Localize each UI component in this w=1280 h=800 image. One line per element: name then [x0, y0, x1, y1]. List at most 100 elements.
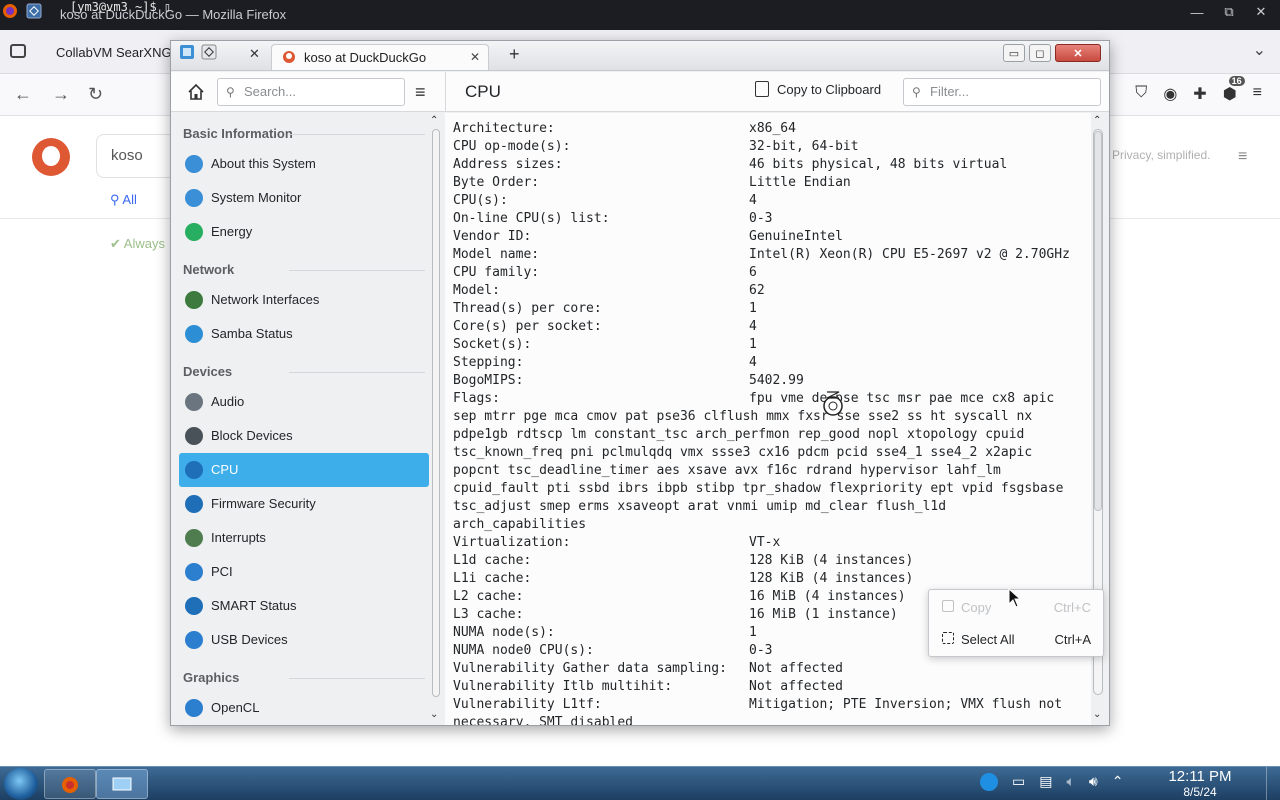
mouse-pointer-icon — [1008, 588, 1022, 608]
tab-collabvm[interactable]: CollabVM SearXNG — [46, 36, 176, 70]
sidebar-item-label: Block Devices — [211, 428, 293, 443]
sidebar-item-block-devices[interactable]: Block Devices — [179, 419, 429, 453]
reload-icon[interactable]: ↻ — [88, 84, 103, 105]
clock[interactable]: 12:11 PM 8/5/24 — [1150, 769, 1250, 800]
show-desktop-button[interactable] — [1266, 767, 1280, 800]
home-icon[interactable] — [187, 83, 205, 101]
kde-menu-icon[interactable] — [26, 3, 42, 19]
info-row: Address sizes: 46 bits physical, 48 bits … — [453, 156, 1083, 174]
info-icon — [185, 155, 203, 173]
context-select-all[interactable]: Select All Ctrl+A — [929, 622, 1103, 654]
ddg-tab-all[interactable]: ⚲ All — [110, 192, 137, 208]
sidebar-item-smart-status[interactable]: SMART Status — [179, 589, 429, 623]
sidebar-item-network-interfaces[interactable]: Network Interfaces — [179, 283, 429, 317]
terminal-prompt: [ym3@vm3 ~]$ ▯ — [70, 0, 172, 14]
sidebar-scrollbar[interactable]: ⌃ ⌄ — [429, 115, 441, 723]
close-tab-icon[interactable]: ✕ — [249, 46, 260, 62]
opencl-icon — [185, 699, 203, 717]
new-tab-icon[interactable]: + — [509, 44, 520, 65]
sidebar-item-label: System Monitor — [211, 190, 302, 205]
info-value: 4 — [749, 193, 757, 208]
scroll-up-icon[interactable]: ⌃ — [1093, 115, 1101, 126]
ddg-search-input[interactable]: koso — [96, 134, 176, 178]
sidebar-item-audio[interactable]: Audio — [179, 385, 429, 419]
cpu-icon — [185, 461, 203, 479]
audio-icon — [185, 393, 203, 411]
chevron-down-icon[interactable]: ⌄ — [1253, 40, 1266, 60]
firefox-titlebar: koso at DuckDuckGo — Mozilla Firefox [ym… — [0, 0, 1280, 30]
info-row: Virtualization: VT-x — [453, 534, 1083, 552]
interrupts-icon — [185, 529, 203, 547]
sidebar-item-opencl[interactable]: OpenCL — [179, 691, 429, 725]
forward-icon[interactable]: → — [52, 84, 70, 105]
shield-icon[interactable]: ⛉ — [1135, 84, 1147, 104]
close-icon[interactable]: ✕ — [1055, 44, 1101, 62]
sidebar-item-usb-devices[interactable]: USB Devices — [179, 623, 429, 657]
scroll-up-icon[interactable]: ⌃ — [430, 115, 438, 126]
disk-icon — [185, 427, 203, 445]
tab-close-icon[interactable]: ✕ — [470, 50, 480, 64]
info-row: Thread(s) per core: 1 — [453, 300, 1083, 318]
copy-to-clipboard-label: Copy to Clipboard — [777, 82, 882, 97]
browser-tab[interactable]: koso at DuckDuckGo ✕ — [271, 44, 489, 70]
back-icon[interactable]: ← — [14, 84, 32, 105]
scroll-down-icon[interactable]: ⌄ — [430, 709, 438, 720]
sidebar-scroll-track[interactable] — [432, 129, 440, 697]
filter-input[interactable]: ⚲ Filter... — [903, 78, 1101, 106]
info-key: On-line CPU(s) list: — [453, 211, 610, 226]
maximize-icon[interactable]: ⧉ — [1216, 2, 1242, 22]
extensions-icon[interactable]: ✚ — [1193, 84, 1206, 104]
ublock-icon[interactable]: ⬢ 16 — [1223, 76, 1245, 104]
close-icon[interactable]: ✕ — [1248, 2, 1274, 22]
sidebar-item-firmware-security[interactable]: Firmware Security — [179, 487, 429, 521]
list-all-tabs-icon[interactable] — [10, 44, 26, 58]
info-center-toolbar: ⚲ Search... ≡ CPU Copy to Clipboard ⚲ Fi… — [171, 72, 1109, 112]
window-controls: ▭ ◻ ✕ — [1003, 44, 1101, 62]
info-row: Vulnerability Gather data sampling: Not a… — [453, 660, 1083, 678]
info-key: CPU op-mode(s): — [453, 139, 571, 154]
volume-muted-icon[interactable]: 🔈︎ — [1066, 773, 1074, 791]
main-scroll-thumb[interactable] — [1094, 131, 1102, 511]
ddg-privacy-text: Privacy, simplified. — [1112, 148, 1211, 162]
sidebar-item-system-monitor[interactable]: System Monitor — [179, 181, 429, 215]
sidebar-section-title: Devices — [171, 351, 443, 385]
volume-icon[interactable]: 🔊︎ — [1089, 773, 1098, 791]
sidebar-item-pci[interactable]: PCI — [179, 555, 429, 589]
clipboard-tray-icon[interactable]: ▤ — [1039, 773, 1052, 791]
scroll-down-icon[interactable]: ⌄ — [1093, 709, 1101, 720]
minimize-icon[interactable]: — — [1184, 2, 1210, 22]
hamburger-menu-icon[interactable]: ≡ — [415, 82, 426, 103]
sidebar-search-input[interactable]: ⚲ Search... — [217, 78, 405, 106]
menu-icon[interactable]: ≡ — [1253, 84, 1262, 104]
sidebar-item-label: Firmware Security — [211, 496, 316, 511]
copy-to-clipboard-button[interactable]: Copy to Clipboard — [755, 81, 882, 97]
sidebar-item-interrupts[interactable]: Interrupts — [179, 521, 429, 555]
taskbar-firefox[interactable] — [44, 769, 96, 799]
info-row: Stepping: 4 — [453, 354, 1083, 372]
info-key: L1d cache: — [453, 553, 532, 568]
info-row: Architecture: x86_64 — [453, 120, 1083, 138]
minimize-icon[interactable]: ▭ — [1003, 44, 1025, 62]
clipboard-icon — [755, 81, 769, 97]
info-key: BogoMIPS: — [453, 373, 524, 388]
taskbar-info-center[interactable] — [96, 769, 148, 799]
tray-expand-icon[interactable]: ⌃ — [1112, 773, 1124, 791]
ddg-menu-icon[interactable]: ≡ — [1238, 148, 1247, 166]
account-icon[interactable]: ◉ — [1163, 84, 1177, 104]
monitor-icon — [185, 189, 203, 207]
terminal-tray-icon[interactable]: ▭ — [1012, 773, 1025, 791]
sidebar-item-about-this-system[interactable]: About this System — [179, 147, 429, 181]
maximize-icon[interactable]: ◻ — [1029, 44, 1051, 62]
ddg-tab-all-label: All — [122, 192, 137, 207]
usb-icon — [185, 631, 203, 649]
start-button[interactable] — [4, 768, 38, 800]
sidebar-item-samba-status[interactable]: Samba Status — [179, 317, 429, 351]
sidebar-section-title: Network — [171, 249, 443, 283]
info-value: 46 bits physical, 48 bits virtual — [749, 157, 1008, 172]
sidebar-item-energy[interactable]: Energy — [179, 215, 429, 249]
window-menu-icon[interactable] — [201, 44, 217, 60]
info-key: Model name: — [453, 247, 540, 262]
browser-tray-icon[interactable] — [980, 773, 998, 791]
sidebar-item-cpu[interactable]: CPU — [179, 453, 429, 487]
info-row: Vendor ID: GenuineIntel — [453, 228, 1083, 246]
